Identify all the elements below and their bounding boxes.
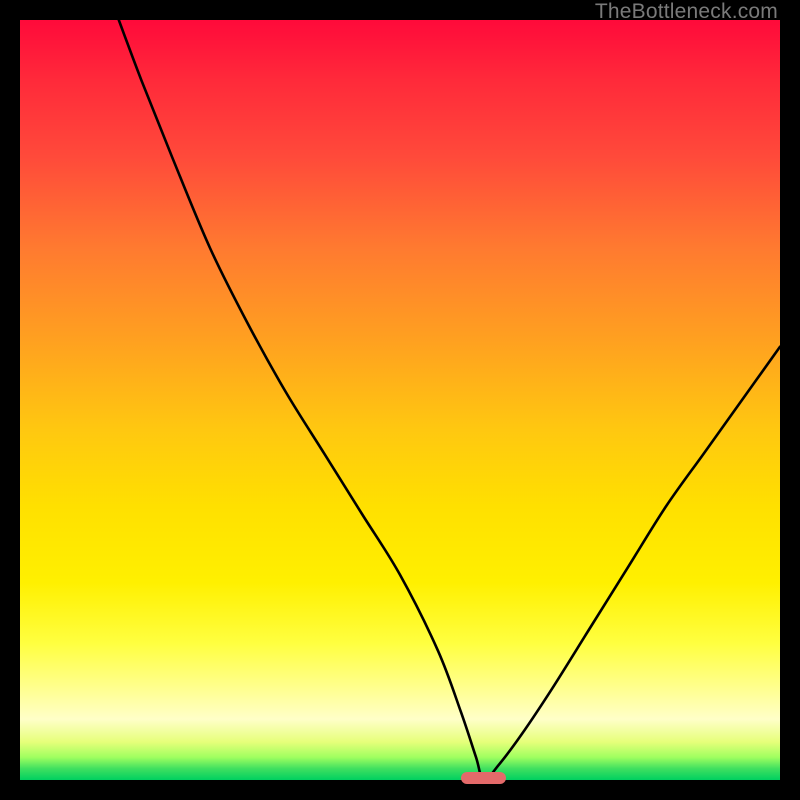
curve-path [119, 20, 780, 780]
watermark-text: TheBottleneck.com [595, 0, 778, 24]
bottleneck-curve [20, 20, 780, 780]
plot-area [20, 20, 780, 780]
chart-frame: TheBottleneck.com [0, 0, 800, 800]
minimum-marker [461, 772, 507, 784]
